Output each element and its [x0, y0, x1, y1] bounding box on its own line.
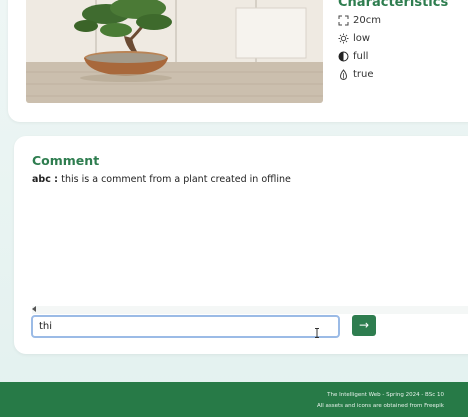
sun-icon	[338, 33, 349, 44]
characteristic-sunlight: low	[338, 33, 370, 44]
seed-icon	[338, 69, 349, 80]
half-circle-icon	[338, 51, 349, 62]
characteristic-height: 20cm	[338, 15, 381, 26]
plant-image	[26, 0, 323, 103]
footer: The Intelligent Web - Spring 2024 - BSc …	[0, 382, 468, 417]
comments-title: Comment	[32, 153, 100, 168]
characteristic-flowering: full	[338, 51, 368, 62]
comment-item: abc : this is a comment from a plant cre…	[32, 174, 291, 185]
characteristics-title: Characteristics	[338, 0, 449, 10]
footer-credits-text: All assets and icons are obtained from F…	[316, 403, 444, 409]
characteristic-value: low	[353, 33, 371, 44]
text-cursor-icon	[314, 323, 320, 342]
send-comment-button[interactable]: →	[352, 315, 376, 336]
scroll-left-arrow-icon[interactable]	[32, 306, 36, 312]
comment-text: this is a comment from a plant created i…	[61, 174, 291, 185]
characteristic-value: full	[353, 51, 369, 62]
comment-separator: :	[50, 174, 62, 185]
characteristic-value: true	[353, 69, 374, 80]
expand-icon	[338, 15, 349, 26]
comment-input[interactable]	[31, 315, 340, 338]
footer-course-text: The Intelligent Web - Spring 2024 - BSc …	[327, 392, 444, 398]
characteristic-seeds: true	[338, 69, 374, 80]
horizontal-scrollbar[interactable]	[32, 306, 468, 314]
characteristic-value: 20cm	[353, 15, 381, 26]
comment-author: abc	[32, 174, 51, 185]
